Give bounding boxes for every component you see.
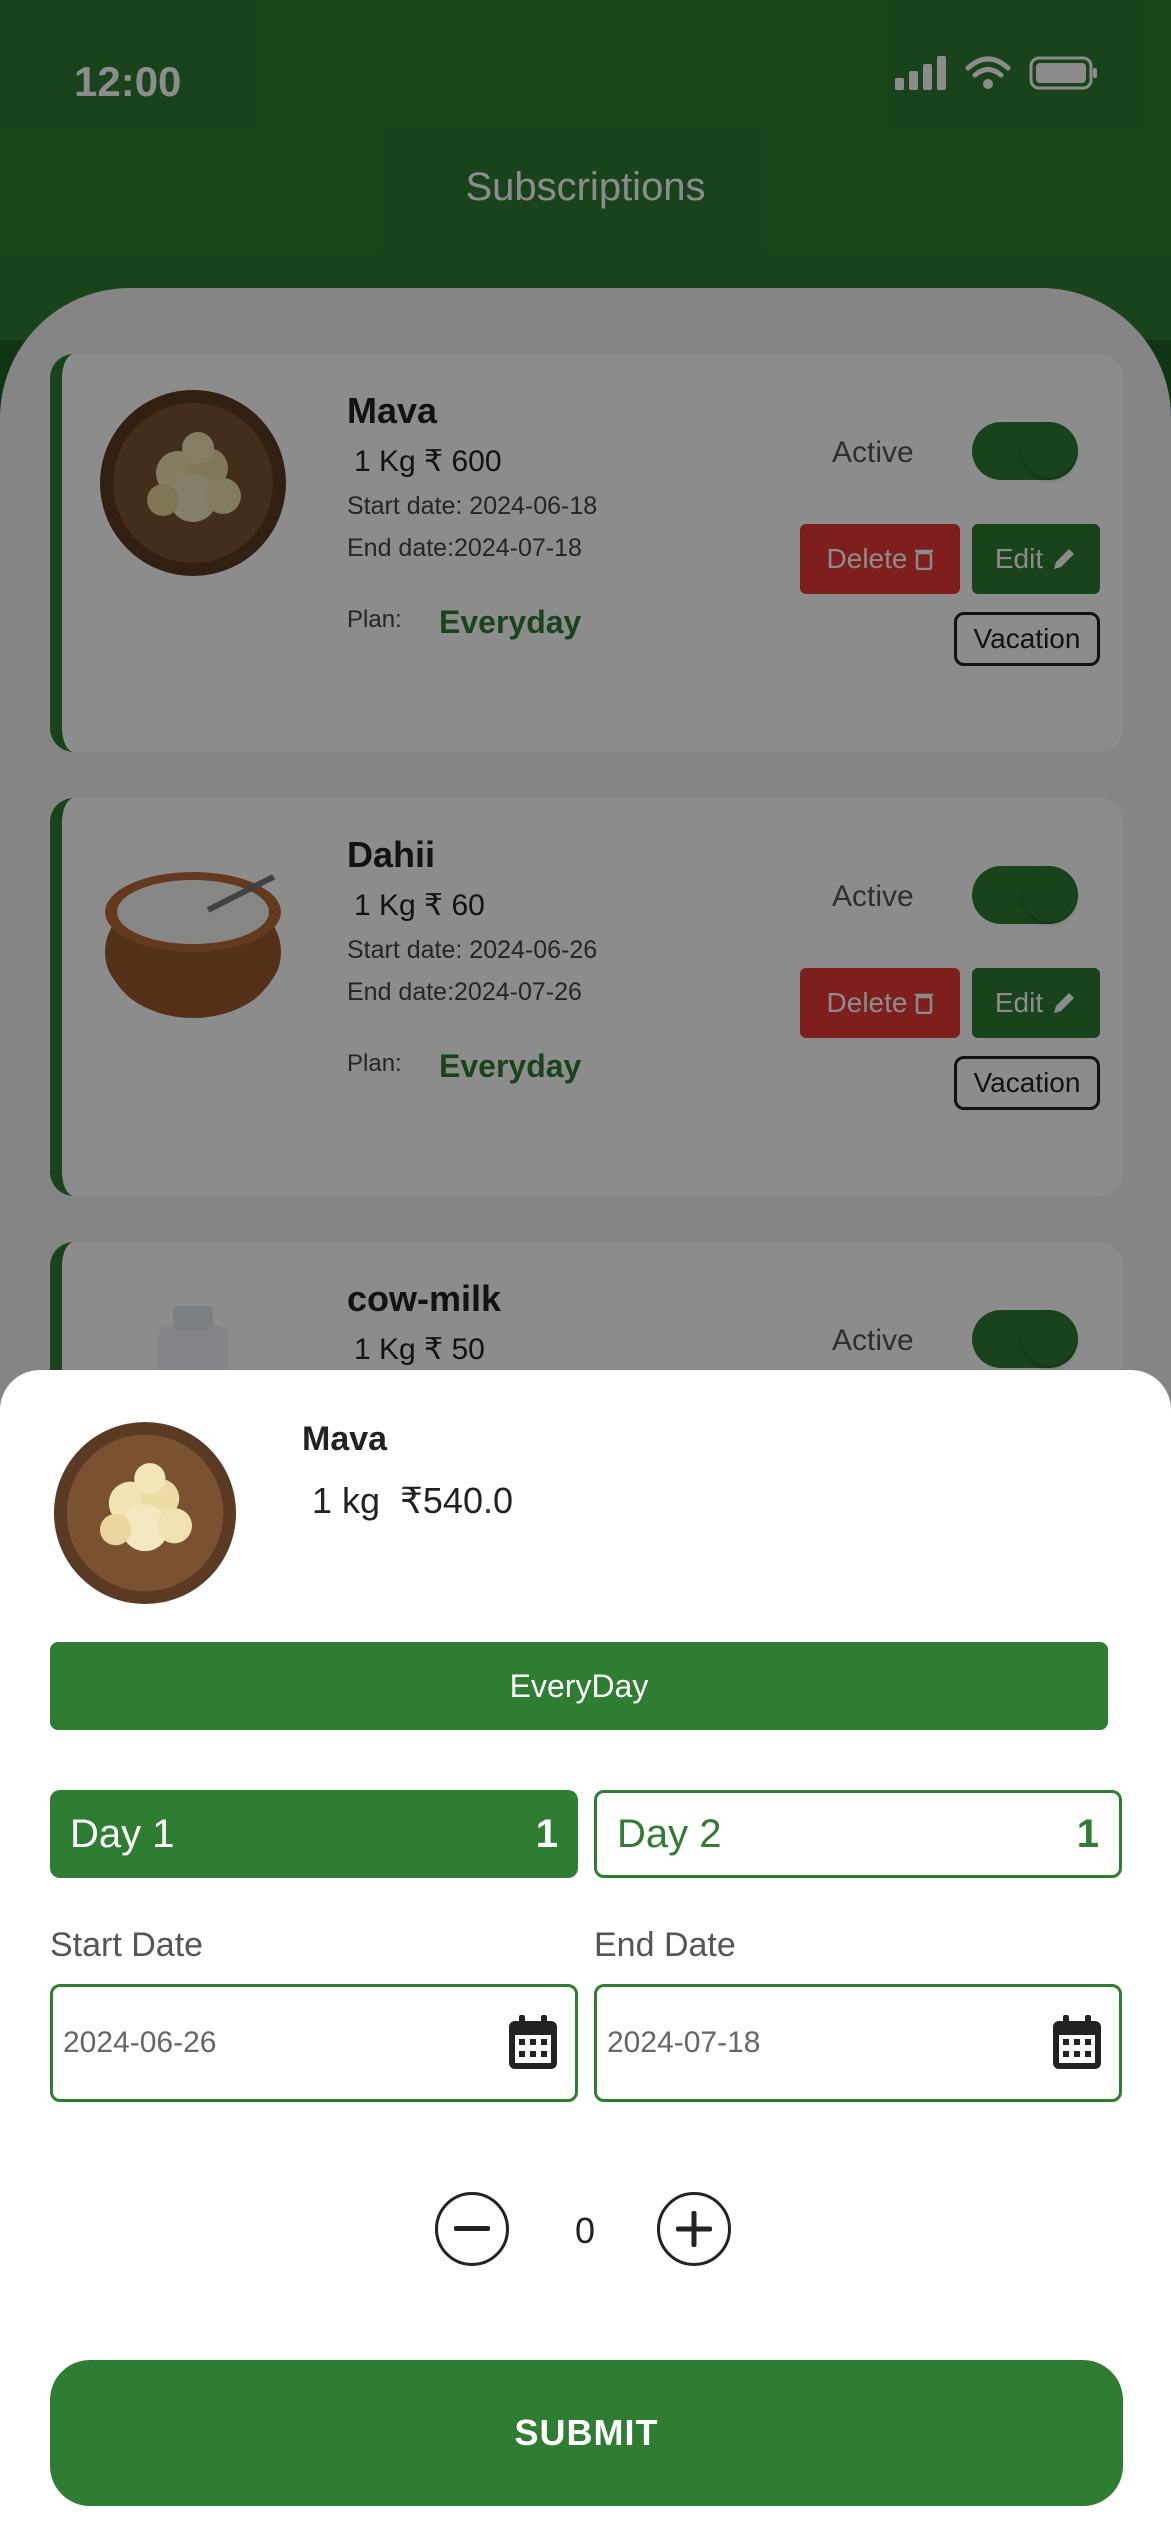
start-date-field[interactable]: 2024-06-26 (50, 1984, 578, 2102)
submit-button[interactable]: SUBMIT (50, 2360, 1123, 2506)
end-date-value: 2024-07-18 (607, 2026, 761, 2059)
sheet-product-image (53, 1421, 237, 1605)
day-label: Day 2 (617, 1811, 722, 1856)
plus-icon (676, 2211, 712, 2247)
day-label: Day 1 (70, 1811, 175, 1856)
quantity-value: 0 (574, 2210, 596, 2251)
plan-everyday-button[interactable]: EveryDay (50, 1642, 1108, 1730)
day-2-option[interactable]: Day 2 1 (594, 1790, 1122, 1878)
sheet-product-name: Mava (302, 1420, 388, 1458)
increment-button[interactable] (657, 2192, 731, 2266)
edit-subscription-sheet: Mava 1 kg ₹540.0 EveryDay Day 1 1 Day 2 … (0, 1370, 1171, 2532)
calendar-icon[interactable] (1049, 2013, 1105, 2073)
screen: 12:00 Subscriptions Mava 1 Kg ₹ 600 Star… (0, 0, 1171, 2532)
day-1-option[interactable]: Day 1 1 (50, 1790, 578, 1878)
day-count: 1 (1076, 1811, 1099, 1856)
end-date-label: End Date (594, 1926, 736, 1964)
calendar-icon[interactable] (505, 2013, 561, 2073)
sheet-product-price: ₹540.0 (400, 1480, 513, 1521)
day-count: 1 (535, 1811, 558, 1856)
sheet-product-qty: 1 kg (312, 1480, 381, 1521)
minus-icon (454, 2226, 490, 2231)
start-date-value: 2024-06-26 (63, 2026, 217, 2059)
end-date-field[interactable]: 2024-07-18 (594, 1984, 1122, 2102)
decrement-button[interactable] (435, 2192, 509, 2266)
start-date-label: Start Date (50, 1926, 204, 1964)
